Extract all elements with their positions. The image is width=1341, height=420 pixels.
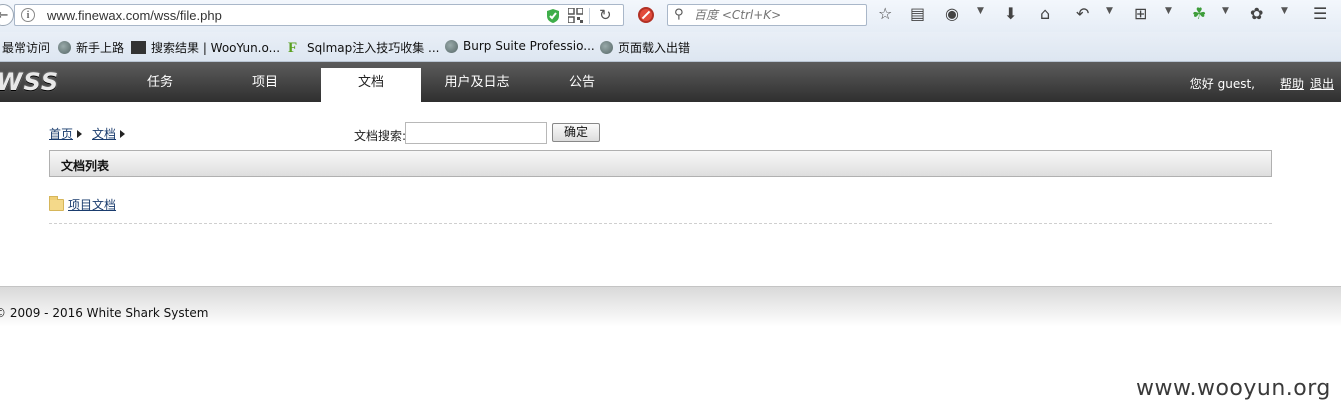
list-item[interactable]: 项目文档	[49, 195, 116, 213]
folder-link-project-docs[interactable]: 项目文档	[68, 196, 116, 213]
document-list-panel-header: 文档列表	[49, 150, 1272, 177]
panel-title: 文档列表	[61, 159, 110, 173]
bookmark-sqlmap[interactable]: F Sqlmap注入技巧收集 ...	[288, 39, 440, 56]
search-ok-button[interactable]: 确定	[552, 123, 600, 142]
wooyun-icon	[131, 41, 146, 54]
breadcrumb: 首页 文档	[49, 125, 135, 142]
info-icon[interactable]: i	[21, 8, 35, 22]
doc-search-input[interactable]	[405, 122, 547, 144]
toolbar-separator	[589, 8, 590, 24]
palette-icon[interactable]: ◉	[945, 4, 959, 24]
breadcrumb-arrow-icon	[77, 129, 83, 138]
bookmark-label: Sqlmap注入技巧收集 ...	[307, 41, 440, 55]
adblock-icon[interactable]	[638, 7, 654, 23]
breadcrumb-arrow-icon	[120, 129, 126, 138]
divider	[49, 223, 1272, 224]
bookmark-label: 新手上路	[76, 41, 125, 55]
bookmark-getting-started[interactable]: 新手上路	[58, 39, 124, 56]
site-logo[interactable]: WSS	[0, 68, 59, 96]
dropdown-arrow-icon[interactable]: ▼	[1222, 6, 1229, 16]
menu-icon[interactable]: ☰	[1313, 4, 1327, 24]
bookmark-page-load-error[interactable]: 页面载入出错	[600, 39, 690, 56]
bookmarks-bar: 最常访问 新手上路 搜索结果 | WooYun.o... F Sqlmap注入技…	[0, 32, 1341, 62]
bookmark-star-icon[interactable]: ☆	[878, 4, 892, 24]
search-icon: ⚲	[674, 7, 684, 22]
f-logo-icon: F	[288, 39, 298, 56]
tab-users-logs[interactable]: 用户及日志	[427, 68, 527, 102]
browser-search-box[interactable]: ⚲	[667, 4, 868, 26]
shield-check-icon[interactable]	[546, 8, 560, 24]
back-arrow-icon[interactable]: ←	[0, 4, 14, 26]
bookmark-most-visited[interactable]: 最常访问	[2, 39, 50, 56]
breadcrumb-home[interactable]: 首页	[49, 125, 73, 142]
dropdown-arrow-icon[interactable]: ▼	[977, 6, 984, 16]
globe-icon	[600, 41, 613, 54]
crop-icon[interactable]: ⊞	[1134, 4, 1147, 24]
bookmark-label: Burp Suite Professio...	[463, 39, 595, 53]
download-icon[interactable]: ⬇	[1004, 4, 1017, 24]
globe-icon	[445, 39, 458, 53]
bug-extension-icon[interactable]: ✿	[1250, 4, 1263, 24]
reload-icon[interactable]: ↻	[599, 6, 612, 24]
logout-link[interactable]: 退出	[1310, 75, 1334, 92]
doc-search-label: 文档搜索:	[354, 129, 407, 143]
dropdown-arrow-icon[interactable]: ▼	[1165, 6, 1172, 16]
tab-announcements[interactable]: 公告	[532, 68, 632, 102]
watermark-text: www.wooyun.org	[1136, 376, 1331, 401]
copyright-text: © 2009 - 2016 White Shark System	[0, 306, 209, 320]
bookmark-burp-suite[interactable]: Burp Suite Professio...	[445, 39, 595, 53]
bookmark-label: 页面载入出错	[618, 41, 691, 55]
site-footer: © 2009 - 2016 White Shark System	[0, 286, 1341, 327]
address-bar[interactable]: i www.finewax.com/wss/file.php ↻	[14, 4, 624, 26]
home-icon[interactable]: ⌂	[1040, 4, 1050, 24]
folder-icon	[49, 195, 64, 211]
tab-documents[interactable]: 文档	[321, 68, 421, 102]
browser-toolbar: ← i www.finewax.com/wss/file.php ↻ ⚲ ☆ ▤…	[0, 0, 1341, 32]
tab-projects[interactable]: 项目	[215, 68, 315, 102]
dropdown-arrow-icon[interactable]: ▼	[1281, 6, 1288, 16]
tab-tasks[interactable]: 任务	[110, 68, 210, 102]
site-header: WSS 任务 项目 文档 用户及日志 公告 您好 guest, 帮助 退出	[0, 62, 1341, 102]
help-link[interactable]: 帮助	[1280, 75, 1304, 92]
globe-icon	[58, 41, 71, 54]
bookmark-label: 最常访问	[2, 41, 51, 55]
green-extension-icon[interactable]: ☘	[1192, 4, 1206, 24]
qr-code-icon[interactable]	[568, 8, 583, 23]
reading-list-icon[interactable]: ▤	[910, 4, 925, 24]
user-greeting: 您好 guest,	[1189, 77, 1255, 91]
undo-icon[interactable]: ↶	[1076, 4, 1089, 24]
dropdown-arrow-icon[interactable]: ▼	[1106, 6, 1113, 16]
bookmark-wooyun-search[interactable]: 搜索结果 | WooYun.o...	[131, 39, 280, 56]
browser-search-input[interactable]	[690, 5, 868, 25]
url-text[interactable]: www.finewax.com/wss/file.php	[47, 8, 222, 23]
bookmark-label: 搜索结果 | WooYun.o...	[151, 41, 281, 55]
breadcrumb-documents[interactable]: 文档	[92, 125, 116, 142]
